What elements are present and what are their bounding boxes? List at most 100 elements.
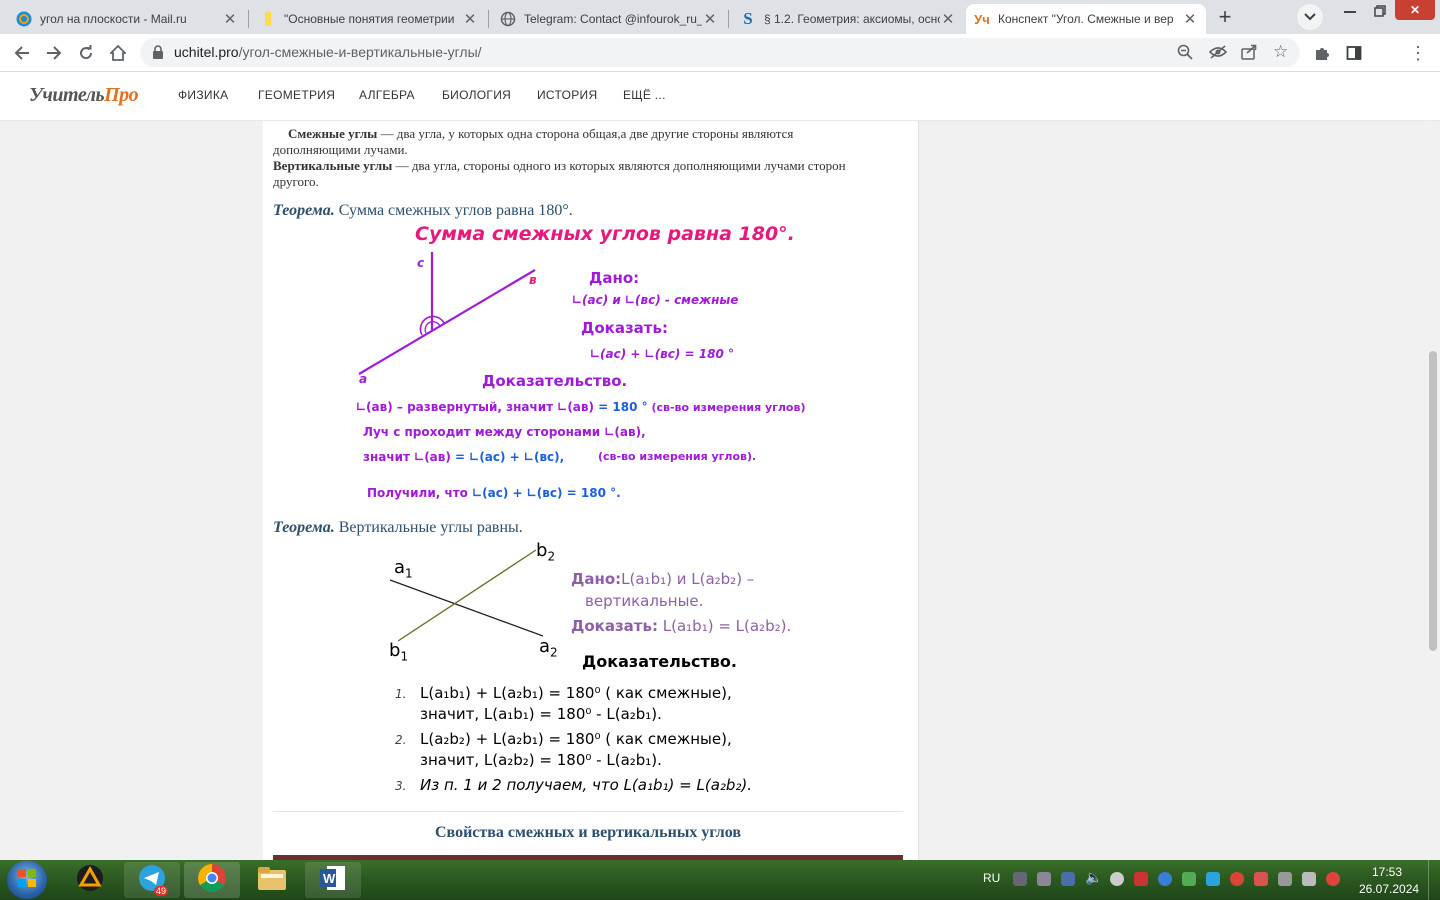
- restore-button[interactable]: [1365, 0, 1395, 22]
- svg-text:W: W: [323, 871, 336, 886]
- tab-search-button[interactable]: [1297, 4, 1323, 30]
- fig1-prove-title: Доказать:: [581, 319, 668, 337]
- eye-off-icon[interactable]: [1208, 44, 1228, 65]
- minimize-button[interactable]: [1335, 0, 1365, 22]
- term-adjacent: Смежные углы: [288, 126, 378, 141]
- nav-more[interactable]: ЕЩЁ ...: [623, 88, 666, 102]
- extensions-puzzle-icon[interactable]: [1310, 41, 1334, 65]
- tab-telegram[interactable]: Telegram: Contact @infourok_ru_ ✕: [492, 4, 726, 34]
- tray-app-icon[interactable]: [1254, 872, 1268, 886]
- theorem-text: Вертикальные углы равны.: [334, 519, 523, 536]
- clock-date[interactable]: 26.07.2024: [1359, 882, 1419, 896]
- close-window-button[interactable]: ✕: [1395, 0, 1435, 20]
- tab-title: "Основные понятия геометрии: [284, 12, 455, 26]
- address-bar[interactable]: uchitel.pro/угол-смежные-и-вертикальные-…: [140, 38, 1300, 67]
- tab-yandex-doc[interactable]: "Основные понятия геометрии ✕: [252, 4, 486, 34]
- fig1-p3-a: значит ∟(ав): [363, 450, 451, 464]
- browser-toolbar: uchitel.pro/угол-смежные-и-вертикальные-…: [0, 34, 1440, 98]
- reload-button[interactable]: [74, 41, 98, 65]
- tray-app-icon[interactable]: [1158, 872, 1172, 886]
- language-indicator[interactable]: RU: [983, 871, 1000, 885]
- home-button[interactable]: [106, 41, 130, 65]
- fig2-given: Дано:L(a₁b₁) и L(a₂b₂) –: [571, 570, 755, 588]
- taskbar-app-explorer[interactable]: [244, 862, 300, 898]
- tray-app-icon[interactable]: [1206, 872, 1220, 886]
- def-vertical-line2: другого.: [273, 174, 319, 189]
- close-icon[interactable]: ✕: [702, 10, 718, 28]
- fig2-step-1-line1: L(a₁b₁) + L(a₂b₁) = 180⁰ ( как смежные),: [420, 684, 732, 702]
- article-content: Смежные углы — два угла, у которых одна …: [263, 121, 918, 860]
- nav-algebra[interactable]: АЛГЕБРА: [359, 88, 415, 102]
- fig2-proof-title: Доказательство.: [582, 652, 737, 671]
- uchitel-icon: Уч: [974, 11, 990, 27]
- star-bookmark-icon[interactable]: ☆: [1273, 43, 1288, 60]
- close-icon[interactable]: ✕: [1182, 10, 1198, 28]
- def-adjacent-line1: — два угла, у которых одна сторона общая…: [377, 126, 794, 141]
- close-icon[interactable]: ✕: [222, 10, 238, 28]
- label-b2: b2: [536, 540, 556, 564]
- fig1-given-title: Дано:: [589, 269, 640, 287]
- back-button[interactable]: [10, 41, 34, 65]
- lock-icon[interactable]: [152, 45, 164, 64]
- word-icon: W: [319, 864, 347, 897]
- tab-title: Конспект "Угол. Смежные и вер: [998, 12, 1174, 26]
- taskbar-app-avast[interactable]: [62, 862, 118, 898]
- url-host: uchitel.pro: [174, 44, 239, 60]
- chrome-icon: [197, 863, 227, 898]
- tray-app-icon[interactable]: [1110, 872, 1124, 886]
- fig1-proof-step-3: значит ∟(ав) = ∟(ас) + ∟(вс),: [363, 450, 564, 464]
- tray-app-icon[interactable]: [1302, 872, 1316, 886]
- nav-geometry[interactable]: ГЕОМЕТРИЯ: [258, 88, 335, 102]
- fig2-step-2-line2: значит, L(a₂b₂) = 180⁰ - L(a₂b₁).: [420, 751, 662, 769]
- tab-mailru[interactable]: угол на плоскости - Mail.ru ✕: [8, 4, 246, 34]
- tray-app-icon[interactable]: [1326, 872, 1340, 886]
- share-icon[interactable]: [1241, 44, 1257, 65]
- fig1-p1-b: = 180 °: [593, 400, 648, 414]
- scrollbar-thumb[interactable]: [1429, 351, 1437, 651]
- tray-app-icon[interactable]: [1037, 872, 1051, 886]
- nav-biology[interactable]: БИОЛОГИЯ: [442, 88, 511, 102]
- label-a1: a1: [394, 557, 413, 581]
- forward-button[interactable]: [42, 41, 66, 65]
- tray-app-icon[interactable]: [1182, 872, 1196, 886]
- zoom-out-icon[interactable]: [1177, 44, 1193, 65]
- taskbar-app-word[interactable]: W: [305, 862, 361, 898]
- fig1-prove-line: ∟(ас) + ∟(вс) = 180 °: [590, 347, 735, 361]
- show-desktop-button[interactable]: [1428, 860, 1440, 900]
- fig1-p4-b: ∟(ас) + ∟(вс) = 180 °.: [472, 486, 621, 500]
- divider: [273, 811, 903, 812]
- label-b1: b1: [389, 640, 409, 664]
- tab-geometry-axioms[interactable]: S § 1.2. Геометрия: аксиомы, осно ✕: [732, 4, 964, 34]
- tray-app-icon[interactable]: [1278, 872, 1292, 886]
- label-b: в: [529, 273, 537, 287]
- nav-history[interactable]: ИСТОРИЯ: [537, 88, 597, 102]
- speaker-icon[interactable]: 🔈: [1085, 869, 1102, 886]
- close-icon[interactable]: ✕: [462, 10, 478, 28]
- side-panel-icon[interactable]: [1342, 41, 1366, 65]
- label-c: с: [417, 256, 425, 270]
- fig2-step-number-3: 3.: [395, 779, 407, 793]
- tray-app-icon[interactable]: [1061, 872, 1075, 886]
- url-text[interactable]: uchitel.pro/угол-смежные-и-вертикальные-…: [174, 44, 482, 60]
- tray-app-icon[interactable]: [1134, 872, 1148, 886]
- new-tab-button[interactable]: +: [1210, 3, 1240, 31]
- s-logo-icon: S: [743, 9, 753, 28]
- vertical-angles-drawing: [389, 549, 544, 642]
- fig1-p3-b: = ∟(ас) + ∟(вс),: [450, 450, 565, 464]
- tray-chrome-icon[interactable]: [1230, 872, 1244, 886]
- telegram-badge: 49: [154, 886, 169, 896]
- start-button[interactable]: [7, 861, 47, 899]
- def-adjacent-line2: дополняющими лучами.: [273, 142, 408, 157]
- clock-time[interactable]: 17:53: [1372, 865, 1402, 879]
- kebab-menu-icon[interactable]: ⋮: [1406, 41, 1430, 65]
- tray-network-icon[interactable]: [1013, 872, 1027, 886]
- page-viewport: Смежные углы — два угла, у которых одна …: [0, 121, 1440, 860]
- site-logo[interactable]: УчительПро: [29, 84, 139, 107]
- term-vertical: Вертикальные углы: [273, 158, 393, 173]
- tab-uchitel-active[interactable]: Уч Конспект "Угол. Смежные и вер ✕: [966, 4, 1206, 34]
- taskbar-app-telegram[interactable]: 49: [124, 862, 180, 898]
- taskbar-app-chrome[interactable]: [184, 862, 240, 898]
- nav-physics[interactable]: ФИЗИКА: [178, 88, 228, 102]
- close-icon[interactable]: ✕: [940, 10, 956, 28]
- fig2-step-2-line1: L(a₂b₂) + L(a₂b₁) = 180⁰ ( как смежные),: [420, 730, 732, 748]
